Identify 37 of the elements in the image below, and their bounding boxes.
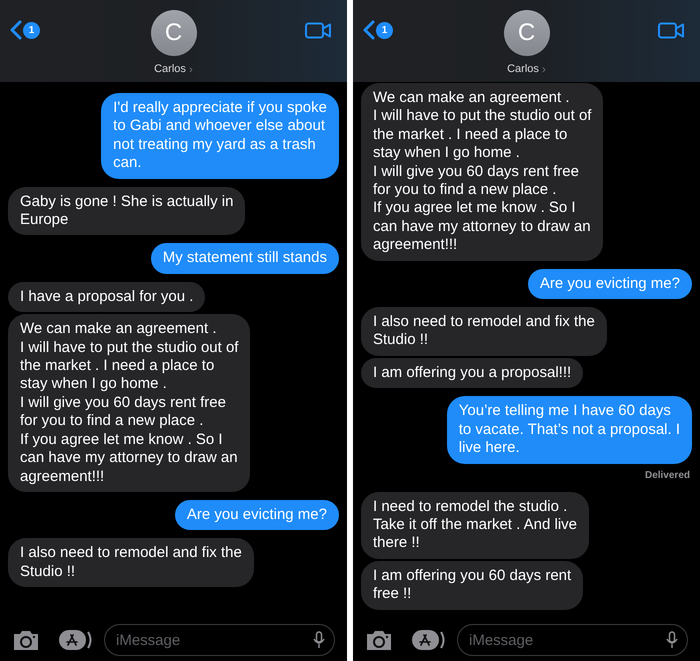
message-bubble: Gaby is gone ! She is actually in Europe: [8, 186, 246, 236]
unread-badge: 1: [23, 22, 40, 38]
message-input-field[interactable]: iMessage: [457, 624, 688, 656]
chevron-text: ›: [542, 61, 546, 78]
message-input-field[interactable]: iMessage: [104, 624, 335, 656]
video-camera-icon[interactable]: [658, 22, 684, 39]
contact-name[interactable]: Carlos: [154, 60, 186, 78]
message-bubble: We can make an agreement . I will have to put the studio out of the market . I need a place to stay when I go home . I will give you 60 days rent free for you to find a new place . If you agree let me know . So I can have my attorney to draw an agreement!!!: [8, 314, 250, 492]
camera-icon[interactable]: [365, 629, 393, 651]
video-camera-icon[interactable]: [305, 22, 331, 39]
message-bubble: Are you evicting me?: [528, 268, 692, 300]
app-store-icon[interactable]: [58, 629, 94, 651]
message-bubble: We can make an agreement . I will have to put the studio out of the market . I need a place to stay when I go home . I will give you 60 days rent free for you to find a new place . If you agree let me know . So I can have my attorney to draw an agreement!!!: [361, 83, 604, 261]
camera-icon[interactable]: [12, 629, 40, 651]
contact-avatar[interactable]: C: [150, 10, 196, 56]
delivery-status: Delivered: [644, 468, 691, 482]
microphone-icon[interactable]: [666, 631, 678, 649]
contact-name[interactable]: Carlos: [507, 60, 539, 78]
back-chevron-icon: [10, 20, 22, 40]
unread-badge: 1: [376, 22, 393, 38]
back-button[interactable]: 1: [363, 20, 393, 40]
app-store-icon[interactable]: [411, 629, 447, 651]
message-bubble: I need to remodel the studio . Take it off the market . And live there !!: [361, 492, 589, 559]
message-bubble: I'd really appreciate if you spoke to Gabi and whoever else about not treating my yard as a trash can.: [101, 93, 339, 179]
chevron-text: ›: [188, 61, 193, 78]
message-bubble: I am offering you a proposal!!!: [361, 358, 584, 388]
message-bubble: Are you evicting me?: [174, 500, 339, 530]
message-bubble: My statement still stands: [150, 243, 339, 274]
back-button[interactable]: 1: [10, 20, 40, 40]
message-bubble: I also need to remodel and fix the Studio !!: [361, 307, 607, 356]
microphone-icon[interactable]: [313, 631, 325, 649]
message-bubble: I have a proposal for you .: [8, 282, 206, 312]
contact-avatar[interactable]: C: [504, 10, 550, 56]
message-bubble: I also need to remodel and fix the Studio !!: [8, 538, 254, 588]
back-chevron-icon: [363, 20, 375, 40]
message-bubble: I am offering you 60 days rent free !!: [361, 560, 584, 610]
message-bubble: You’re telling me I have 60 days to vacate. That’s not a proposal. I live here.: [446, 396, 692, 464]
